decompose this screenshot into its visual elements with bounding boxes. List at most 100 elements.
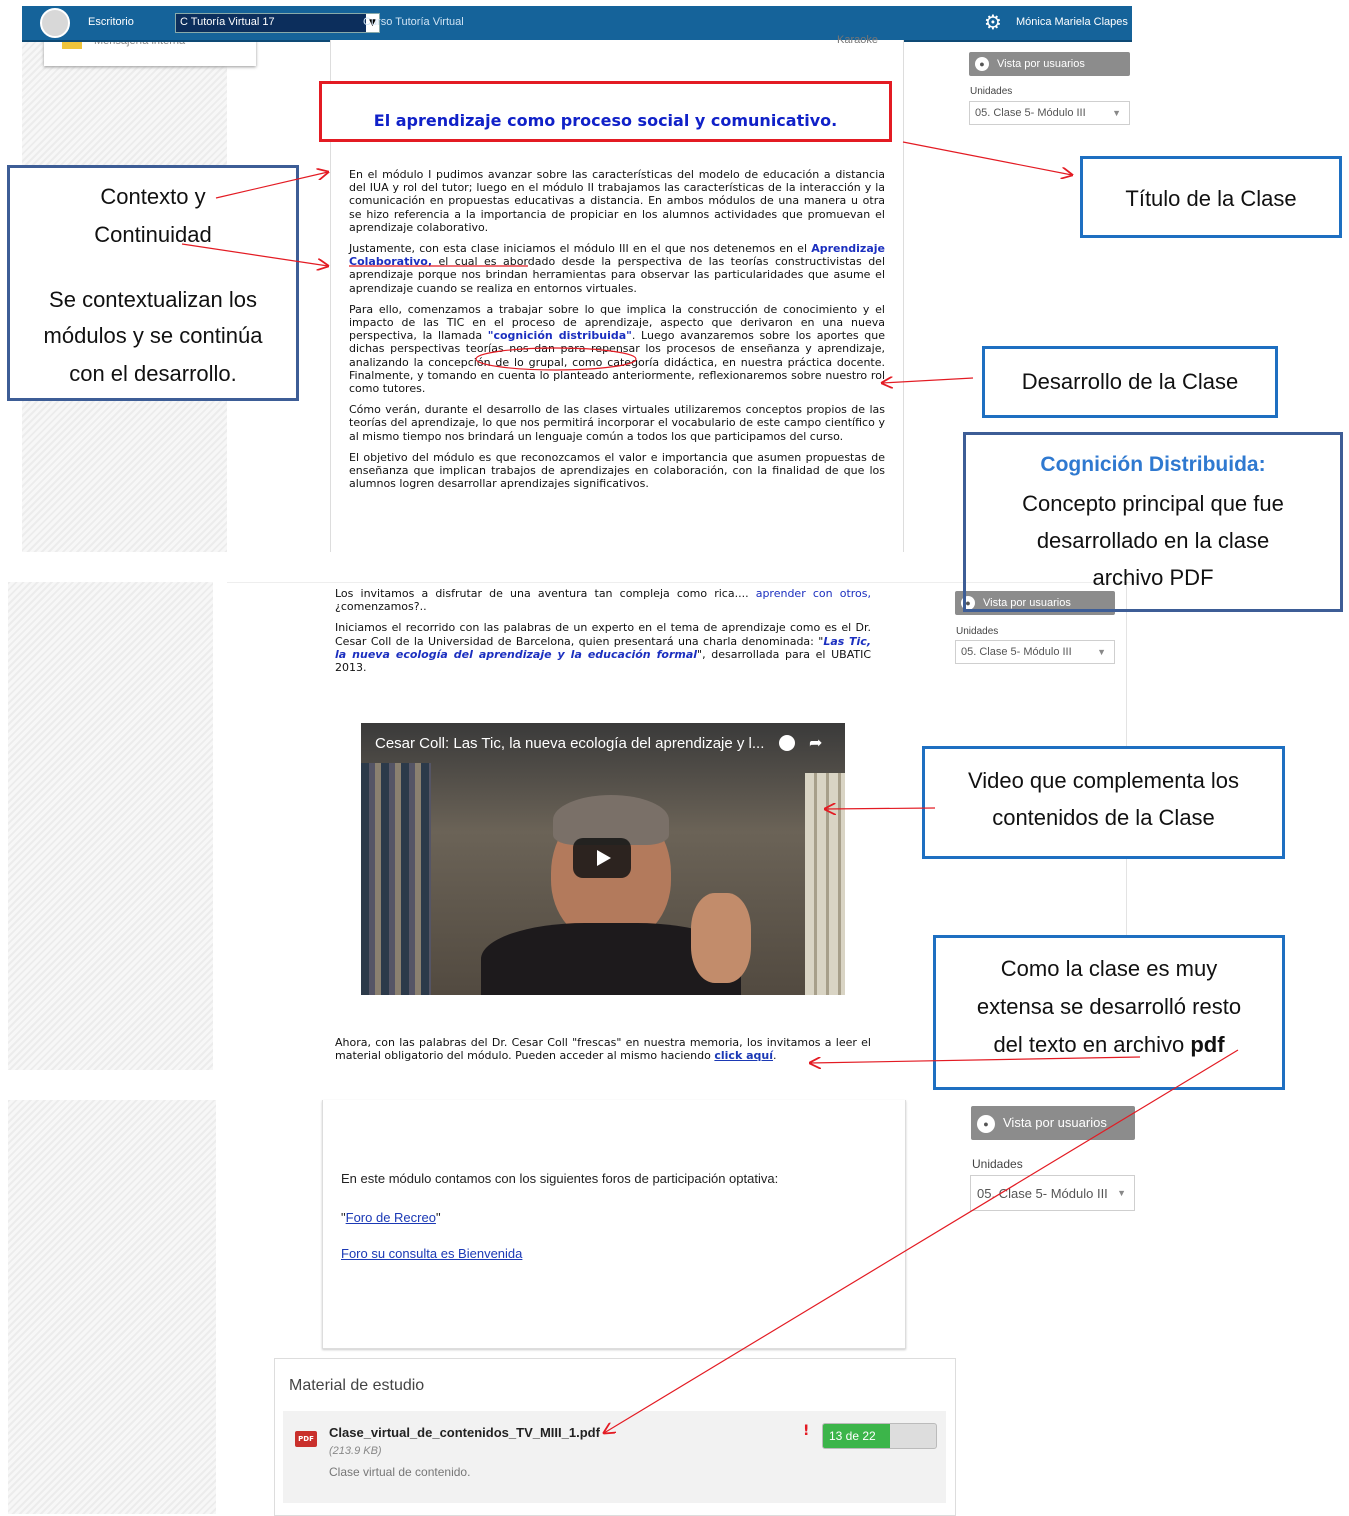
callout-pdf-line3b: pdf xyxy=(1190,1032,1225,1057)
lesson-paragraph-2: Justamente, con esta clase iniciamos el … xyxy=(349,242,885,295)
users-icon: ● xyxy=(977,1114,995,1133)
lesson-body: En el módulo I pudimos avanzar sobre las… xyxy=(349,168,885,498)
left-sidebar-2 xyxy=(8,582,213,1070)
p2-text-a: Justamente, con esta clase iniciamos el … xyxy=(349,242,812,256)
users-icon: ● xyxy=(975,57,989,72)
header-cut-text: Karaoke xyxy=(837,34,878,46)
sidebar-tab[interactable]: Mensajería interna xyxy=(44,35,256,66)
callout-titulo: Título de la Clase xyxy=(1080,156,1342,238)
share-icon[interactable]: ➦ xyxy=(809,733,822,752)
callout-contexto-body1: Se contextualizan los xyxy=(49,287,257,312)
pdf-icon: PDF xyxy=(295,1431,317,1447)
callout-pdf-line2: extensa se desarrolló resto xyxy=(976,994,1242,1019)
foro-recreo-quote-close: " xyxy=(435,1210,441,1225)
callout-pdf-line3a: del texto en archivo xyxy=(993,1032,1191,1057)
foro-consulta-link[interactable]: Foro su consulta es Bienvenida xyxy=(341,1246,522,1261)
lesson-title-box: El aprendizaje como proceso social y com… xyxy=(319,81,892,142)
callout-contexto-body2: módulos y se continúa xyxy=(43,323,263,348)
callout-titulo-text: Título de la Clase xyxy=(1125,186,1297,211)
vista-usuarios-button-3[interactable]: ● Vista por usuarios xyxy=(971,1106,1135,1140)
lesson-paragraph-4: Cómo verán, durante el desarrollo de las… xyxy=(349,403,885,443)
callout-video-line1: Video que complementa los xyxy=(967,768,1240,793)
unidades-select-3[interactable]: 05. Clase 5- Módulo III ▼ xyxy=(970,1175,1135,1211)
gear-icon[interactable]: ⚙ xyxy=(984,10,1002,34)
play-icon xyxy=(597,850,611,866)
section2-paragraph-3: Ahora, con las palabras del Dr. Cesar Co… xyxy=(335,1036,871,1062)
foro-recreo-line: "Foro de Recreo" xyxy=(341,1210,441,1225)
callout-desarrollo-text: Desarrollo de la Clase xyxy=(1021,369,1239,394)
aprender-con-otros-term: aprender con otros, xyxy=(755,587,871,600)
video-shelf-right xyxy=(805,773,845,995)
pdf-file-link[interactable]: Clase_virtual_de_contenidos_TV_MIII_1.pd… xyxy=(329,1425,600,1440)
section2-paragraph-2: Iniciamos el recorrido con las palabras … xyxy=(335,621,871,674)
course-select[interactable]: C Tutoría Virtual 17 ▼ xyxy=(175,13,380,33)
video-shelf xyxy=(361,763,431,995)
section2-body: Los invitamos a disfrutar de una aventur… xyxy=(335,587,871,682)
s2p1-text-c: ¿comenzamos?.. xyxy=(335,600,427,614)
section2-paragraph-1: Los invitamos a disfrutar de una aventur… xyxy=(335,587,871,613)
alert-icon: ! xyxy=(803,1423,810,1439)
callout-cognicion-body3: archivo PDF xyxy=(1092,565,1214,590)
arrow-titulo xyxy=(902,141,1072,175)
unidades-select-2[interactable]: 05. Clase 5- Módulo III ▼ xyxy=(955,640,1115,664)
callout-video-line2: contenidos de la Clase xyxy=(992,805,1215,830)
material-estudio-panel: Material de estudio PDF Clase_virtual_de… xyxy=(274,1358,956,1516)
s2p1-text-a: Los invitamos a disfrutar de una aventur… xyxy=(335,587,756,600)
unidades-select-value: 05. Clase 5- Módulo III xyxy=(961,646,1072,658)
institution-logo[interactable] xyxy=(40,8,70,38)
lesson-paragraph-1: En el módulo I pudimos avanzar sobre las… xyxy=(349,168,885,234)
video-title: Cesar Coll: Las Tic, la nueva ecología d… xyxy=(375,735,765,752)
user-name[interactable]: Mónica Mariela Clapes xyxy=(1016,16,1128,28)
unidades-label-2: Unidades xyxy=(956,626,999,637)
progress-text: 13 de 22 xyxy=(829,1429,876,1443)
clock-icon[interactable] xyxy=(779,735,795,751)
s2p3-text-c: . xyxy=(773,1049,777,1063)
vista-usuarios-button-1[interactable]: ● Vista por usuarios xyxy=(969,52,1130,76)
section2-body-bottom: Ahora, con las palabras del Dr. Cesar Co… xyxy=(335,1036,871,1070)
callout-contexto-line2: Continuidad xyxy=(94,222,212,247)
unidades-select-value: 05. Clase 5- Módulo III xyxy=(975,107,1086,119)
nav-escritorio[interactable]: Escritorio xyxy=(88,16,134,28)
pdf-file-desc: Clase virtual de contenido. xyxy=(329,1465,471,1479)
top-bar: Escritorio C Tutoría Virtual 17 ▼ Curso … xyxy=(22,6,1132,42)
callout-cognicion-title: Cognición Distribuida: xyxy=(1040,453,1266,476)
callout-pdf-line3: del texto en archivo pdf xyxy=(936,1032,1282,1058)
foros-intro: En este módulo contamos con los siguient… xyxy=(341,1171,779,1186)
callout-video: Video que complementa los contenidos de … xyxy=(922,746,1285,859)
play-button[interactable] xyxy=(573,838,631,878)
callout-contexto-body3: con el desarrollo. xyxy=(69,361,237,386)
lesson-paragraph-3: Para ello, comenzamos a trabajar sobre l… xyxy=(349,303,885,395)
s2p3-text-a: Ahora, con las palabras del Dr. Cesar Co… xyxy=(335,1036,871,1063)
cognicion-distribuida-term: "cognición distribuida" xyxy=(487,329,632,343)
material-title: Material de estudio xyxy=(289,1377,425,1394)
callout-cognicion-body1: Concepto principal que fue xyxy=(1022,491,1284,516)
breadcrumb[interactable]: Curso Tutoría Virtual xyxy=(363,16,464,28)
click-aqui-link[interactable]: click aquí xyxy=(714,1049,773,1062)
vista-label: Vista por usuarios xyxy=(1003,1115,1107,1130)
callout-contexto-line1: Contexto y xyxy=(100,184,206,209)
unidades-label-3: Unidades xyxy=(972,1157,1023,1171)
course-select-value: C Tutoría Virtual 17 xyxy=(180,16,275,28)
vista-label: Vista por usuarios xyxy=(997,58,1085,70)
chevron-down-icon: ▼ xyxy=(1117,1188,1126,1198)
pdf-file-size: (213.9 KB) xyxy=(329,1445,382,1457)
callout-cognicion: Cognición Distribuida: Concepto principa… xyxy=(963,432,1343,612)
chevron-down-icon: ▼ xyxy=(1097,647,1106,657)
video-player[interactable]: Cesar Coll: Las Tic, la nueva ecología d… xyxy=(361,723,845,995)
callout-contexto: Contexto y Continuidad Se contextualizan… xyxy=(7,165,299,401)
unidades-select-1[interactable]: 05. Clase 5- Módulo III ▼ xyxy=(969,101,1130,125)
lesson-paragraph-5: El objetivo del módulo es que reconozcam… xyxy=(349,450,885,491)
foro-recreo-link[interactable]: Foro de Recreo xyxy=(346,1210,436,1225)
callout-desarrollo: Desarrollo de la Clase xyxy=(982,346,1278,418)
s2p2-text-a: Iniciamos el recorrido con las palabras … xyxy=(335,621,871,648)
left-sidebar-3 xyxy=(8,1100,216,1514)
unidades-select-value: 05. Clase 5- Módulo III xyxy=(977,1186,1108,1201)
callout-pdf: Como la clase es muy extensa se desarrol… xyxy=(933,935,1285,1090)
callout-cognicion-body2: desarrollado en la clase xyxy=(1036,528,1270,553)
lesson-title: El aprendizaje como proceso social y com… xyxy=(373,111,838,130)
speaker-hand xyxy=(691,893,751,983)
callout-pdf-line1: Como la clase es muy xyxy=(1000,956,1218,981)
unidades-label-1: Unidades xyxy=(970,86,1013,97)
pdf-file-row[interactable]: PDF Clase_virtual_de_contenidos_TV_MIII_… xyxy=(283,1411,946,1503)
chevron-down-icon: ▼ xyxy=(1112,108,1121,118)
